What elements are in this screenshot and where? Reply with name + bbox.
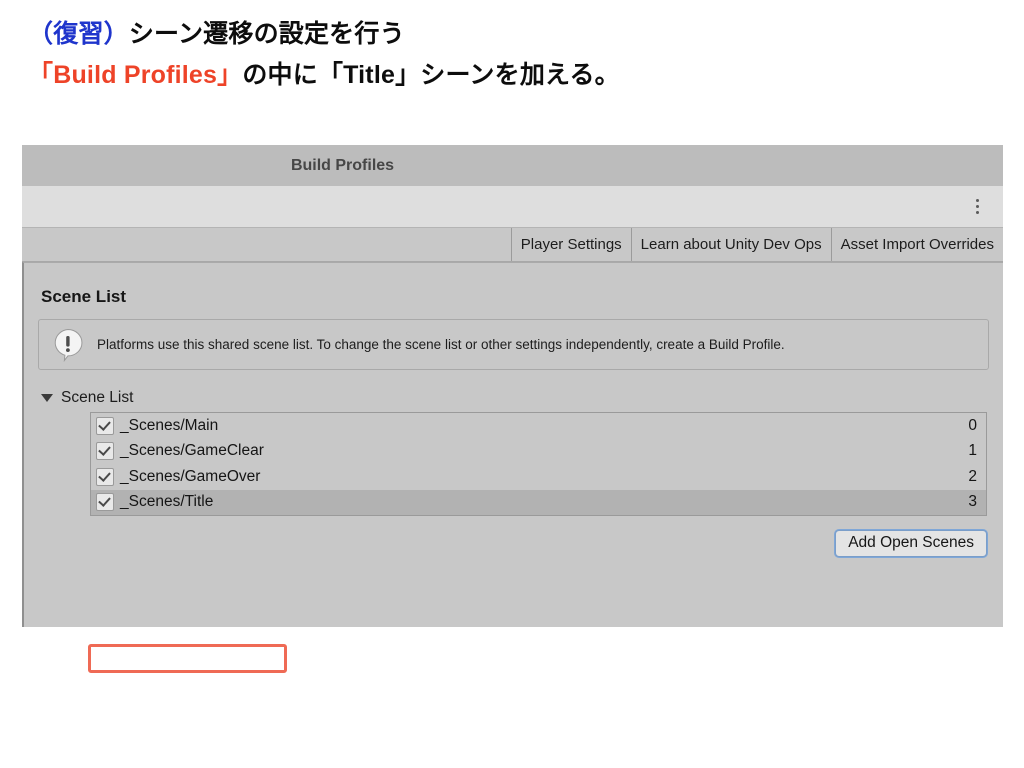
- tab-learn-unity-dev-ops[interactable]: Learn about Unity Dev Ops: [631, 228, 831, 261]
- add-open-scenes-button[interactable]: Add Open Scenes: [835, 530, 987, 557]
- table-row-selected[interactable]: _Scenes/Title 3: [91, 490, 986, 516]
- scene-enabled-checkbox[interactable]: [96, 493, 114, 511]
- scene-enabled-checkbox[interactable]: [96, 468, 114, 486]
- scene-list-foldout[interactable]: Scene List: [41, 389, 989, 407]
- scene-list-panel: Scene List Platforms use this shared sce…: [22, 262, 1003, 627]
- table-row[interactable]: _Scenes/GameClear 1: [91, 439, 986, 465]
- scene-index-label: 2: [968, 468, 977, 486]
- kebab-dot-2: [976, 205, 979, 208]
- build-profiles-window: Build Profiles Player Settings Learn abo…: [22, 145, 1003, 626]
- table-row[interactable]: _Scenes/GameOver 2: [91, 464, 986, 490]
- scene-path-label: _Scenes/Main: [120, 417, 968, 435]
- scene-index-label: 1: [968, 442, 977, 460]
- scene-list-foldout-label: Scene List: [61, 389, 133, 407]
- chevron-down-icon: [41, 394, 53, 402]
- scene-path-label: _Scenes/GameOver: [120, 468, 968, 486]
- heading-line-2-emphasis: 「Build Profiles」: [28, 61, 242, 89]
- scene-path-label: _Scenes/GameClear: [120, 442, 968, 460]
- table-row[interactable]: _Scenes/Main 0: [91, 413, 986, 439]
- heading-line-1-emphasis: （復習）: [28, 20, 129, 48]
- scene-enabled-checkbox[interactable]: [96, 442, 114, 460]
- kebab-menu-icon[interactable]: [967, 194, 987, 220]
- heading-line-1-rest: シーン遷移の設定を行う: [129, 20, 405, 48]
- scene-enabled-checkbox[interactable]: [96, 417, 114, 435]
- scene-index-label: 0: [968, 417, 977, 435]
- tab-asset-import-overrides-label: Asset Import Overrides: [841, 236, 994, 253]
- annotation-highlight-title-row: [88, 644, 287, 673]
- window-title: Build Profiles: [22, 145, 1003, 186]
- scene-list-table: _Scenes/Main 0 _Scenes/GameClear 1 _Scen…: [90, 412, 987, 516]
- window-tab-row: Player Settings Learn about Unity Dev Op…: [22, 228, 1003, 262]
- info-text: Platforms use this shared scene list. To…: [97, 337, 785, 353]
- heading-line-2-rest: の中に「Title」シーンを加える。: [242, 61, 620, 89]
- scene-index-label: 3: [968, 493, 977, 511]
- tab-asset-import-overrides[interactable]: Asset Import Overrides: [831, 228, 1003, 261]
- exclamation-bubble-icon: [51, 327, 87, 363]
- scene-path-label: _Scenes/Title: [120, 493, 968, 511]
- info-box: Platforms use this shared scene list. To…: [38, 319, 989, 370]
- kebab-dot-3: [976, 211, 979, 214]
- page-title: Scene List: [38, 263, 989, 319]
- kebab-dot-1: [976, 199, 979, 202]
- tab-player-settings[interactable]: Player Settings: [511, 228, 631, 261]
- heading-line-1: （復習）シーン遷移の設定を行う: [28, 14, 988, 55]
- window-titlebar: Build Profiles: [22, 145, 1003, 186]
- window-toolbar: [22, 186, 1003, 228]
- tab-learn-unity-dev-ops-label: Learn about Unity Dev Ops: [641, 236, 822, 253]
- tab-player-settings-label: Player Settings: [521, 236, 622, 253]
- slide-heading: （復習）シーン遷移の設定を行う 「Build Profiles」の中に「Titl…: [28, 14, 988, 96]
- heading-line-2: 「Build Profiles」の中に「Title」シーンを加える。: [28, 55, 988, 96]
- scene-list-actions: Add Open Scenes: [38, 530, 987, 557]
